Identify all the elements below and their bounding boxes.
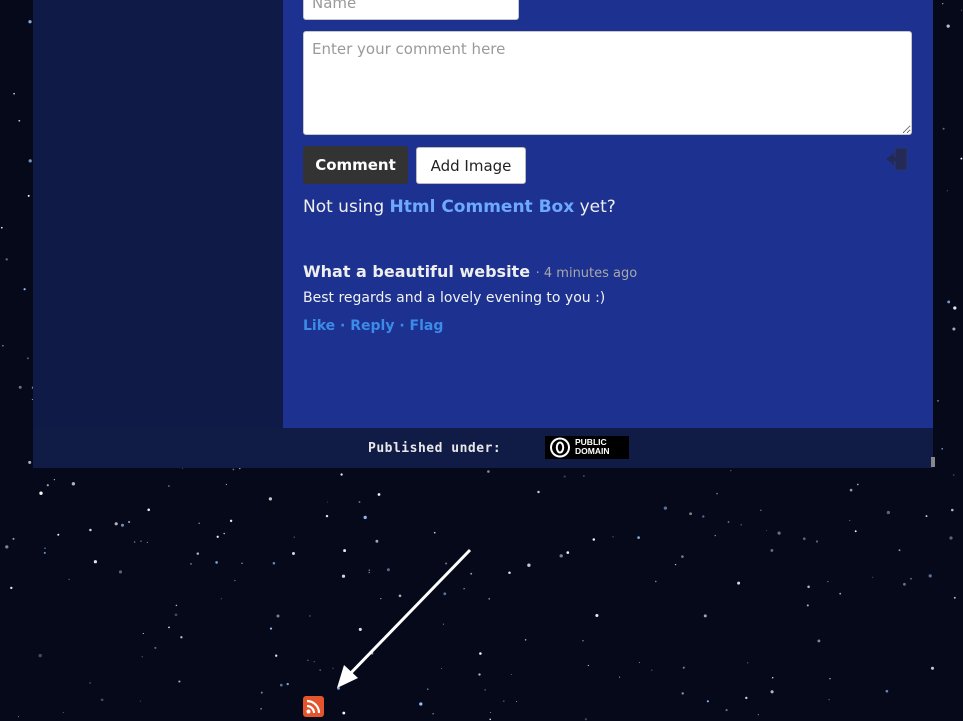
- promo-suffix: yet?: [579, 197, 616, 217]
- rss-icon[interactable]: [303, 696, 324, 717]
- sidebar: [33, 0, 283, 428]
- comment-section: Comment Add Image Not using Html Comment…: [283, 0, 933, 428]
- public-domain-text: PUBLIC DOMAIN: [575, 438, 609, 456]
- like-link[interactable]: Like: [303, 318, 335, 334]
- arrow-icon: [337, 548, 472, 688]
- comment-body: Best regards and a lovely evening to you…: [303, 290, 606, 306]
- reply-link[interactable]: Reply: [350, 318, 394, 334]
- comment-timestamp: · 4 minutes ago: [535, 266, 638, 281]
- page-container: Comment Add Image Not using Html Comment…: [33, 0, 933, 468]
- rss-glyph: [306, 699, 321, 714]
- action-separator: ·: [399, 318, 405, 334]
- published-under-label: Published under:: [368, 441, 502, 456]
- comment-textarea[interactable]: [303, 31, 912, 135]
- comment-actions: Like · Reply · Flag: [303, 318, 443, 334]
- action-separator: ·: [340, 318, 346, 334]
- promo-prefix: Not using: [303, 197, 385, 217]
- public-domain-badge[interactable]: PUBLIC DOMAIN: [545, 436, 629, 459]
- add-image-button[interactable]: Add Image: [416, 147, 526, 184]
- comment-button[interactable]: Comment: [303, 146, 408, 184]
- logout-icon[interactable]: [883, 145, 911, 173]
- name-input[interactable]: [303, 0, 519, 20]
- comment-author: What a beautiful website: [303, 262, 531, 281]
- flag-link[interactable]: Flag: [410, 318, 444, 334]
- html-comment-box-link[interactable]: Html Comment Box: [390, 197, 575, 217]
- public-domain-icon: [550, 437, 570, 458]
- window-edge-mark: [931, 457, 935, 467]
- comment-header: What a beautiful website · 4 minutes ago: [303, 262, 637, 281]
- promo-text: Not using Html Comment Box yet?: [303, 197, 616, 217]
- license-line-2: DOMAIN: [575, 446, 610, 456]
